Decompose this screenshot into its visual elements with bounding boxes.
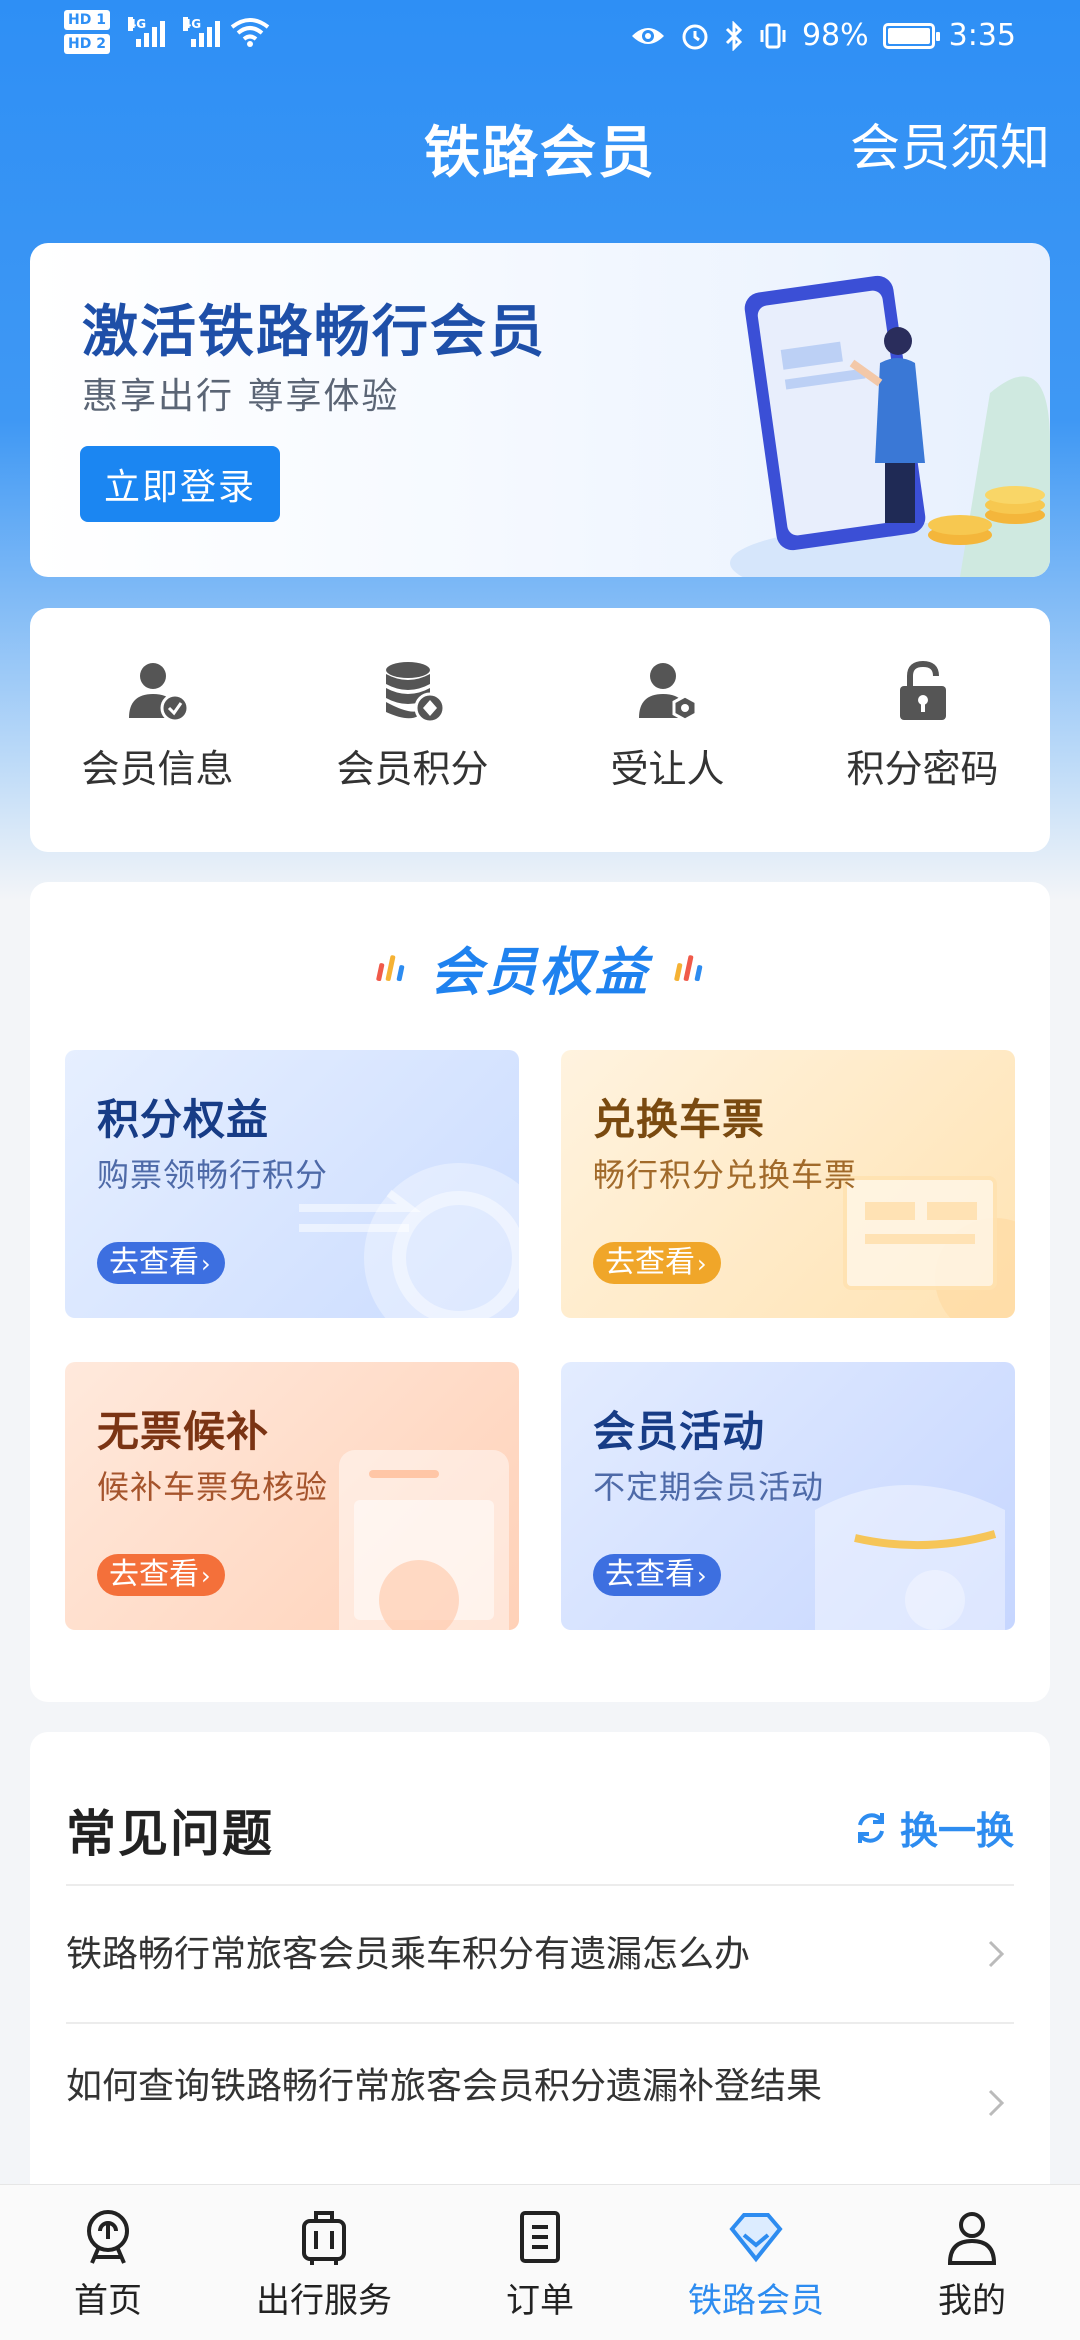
faq-item[interactable]: 如何查询铁路畅行常旅客会员积分遗漏补登结果 <box>66 2022 1014 2182</box>
quick-item-assignee[interactable]: 受让人 <box>540 608 795 852</box>
nav-railway-member[interactable]: 铁路会员 <box>648 2185 864 2340</box>
card-subtitle: 购票领畅行积分 <box>97 1156 329 1194</box>
signal-icon-2: 4G <box>182 17 220 47</box>
lock-icon <box>899 660 946 720</box>
card-subtitle: 候补车票免核验 <box>97 1468 329 1506</box>
sim2-badge: HD 2 <box>64 34 110 54</box>
bluetooth-icon <box>725 20 743 51</box>
quick-label: 积分密码 <box>846 747 999 791</box>
phone-ticket-illustration <box>339 1450 509 1630</box>
card-subtitle: 畅行积分兑换车票 <box>593 1156 858 1194</box>
order-icon <box>520 2211 560 2263</box>
faq-list: 铁路畅行常旅客会员乘车积分有遗漏怎么办 如何查询铁路畅行常旅客会员积分遗漏补登结… <box>66 1884 1014 2182</box>
nav-label: 订单 <box>506 2281 574 2321</box>
points-icon <box>385 662 445 724</box>
view-button[interactable]: 去查看› <box>593 1554 721 1596</box>
member-info-icon <box>128 663 189 723</box>
nav-home[interactable]: 首页 <box>0 2185 216 2340</box>
card-title: 会员活动 <box>593 1407 766 1456</box>
card-title: 积分权益 <box>97 1095 270 1144</box>
status-bar: HD 1 HD 2 4G 4G 98% 3:35 <box>0 0 1080 80</box>
luggage-icon <box>302 2211 346 2265</box>
status-right: 98% 3:35 <box>630 18 1016 53</box>
banner-subtitle: 惠享出行 尊享体验 <box>82 376 400 417</box>
benefit-card-activities[interactable]: 会员活动 不定期会员活动 去查看› <box>561 1362 1015 1630</box>
diamond-icon <box>729 2213 783 2263</box>
activate-banner: 激活铁路畅行会员 惠享出行 尊享体验 立即登录 <box>30 243 1050 577</box>
nav-label: 铁路会员 <box>688 2281 824 2321</box>
nav-label: 出行服务 <box>256 2281 392 2321</box>
sim1-badge: HD 1 <box>64 10 110 30</box>
view-button[interactable]: 去查看› <box>97 1242 225 1284</box>
chevron-right-icon <box>988 2089 1005 2117</box>
profile-icon <box>947 2212 997 2265</box>
quick-label: 会员积分 <box>336 747 489 791</box>
battery-percent: 98% <box>801 18 869 53</box>
vibrate-icon <box>760 23 786 48</box>
view-button[interactable]: 去查看› <box>593 1242 721 1284</box>
nav-profile[interactable]: 我的 <box>864 2185 1080 2340</box>
refresh-button[interactable]: 换一换 <box>852 1800 1014 1855</box>
quick-item-points-password[interactable]: 积分密码 <box>795 608 1050 852</box>
refresh-icon <box>857 1812 884 1843</box>
phone-illustration <box>730 275 1050 577</box>
ticket-illustration <box>843 1176 1015 1318</box>
nav-label: 我的 <box>938 2281 1006 2321</box>
benefits-header: 会员权益 <box>30 930 1050 1005</box>
member-notice-link[interactable]: 会员须知 <box>850 108 1050 180</box>
home-icon <box>87 2210 129 2264</box>
assignee-icon <box>638 663 697 722</box>
quick-label: 会员信息 <box>81 747 234 791</box>
refresh-label: 换一换 <box>899 1809 1014 1853</box>
faq-item[interactable]: 铁路畅行常旅客会员乘车积分有遗漏怎么办 <box>66 1884 1014 2022</box>
bottom-nav: 首页 出行服务 订单 铁路会员 我的 <box>0 2184 1080 2340</box>
benefits-title: 会员权益 <box>429 943 650 1003</box>
benefit-card-exchange-ticket[interactable]: 兑换车票 畅行积分兑换车票 去查看› <box>561 1050 1015 1318</box>
view-button[interactable]: 去查看› <box>97 1554 225 1596</box>
status-left: HD 1 HD 2 4G 4G <box>64 10 270 54</box>
nav-label: 首页 <box>74 2281 142 2321</box>
nav-orders[interactable]: 订单 <box>432 2185 648 2340</box>
banner-title: 激活铁路畅行会员 <box>82 300 546 365</box>
benefit-card-waitlist[interactable]: 无票候补 候补车票免核验 去查看› <box>65 1362 519 1630</box>
card-title: 无票候补 <box>97 1407 270 1456</box>
quick-item-member-points[interactable]: 会员积分 <box>285 608 540 852</box>
nav-travel-services[interactable]: 出行服务 <box>216 2185 432 2340</box>
eye-icon <box>631 27 664 44</box>
wifi-icon <box>230 18 270 47</box>
gift-bag-illustration <box>815 1485 1005 1630</box>
faq-panel: 常见问题 换一换 铁路畅行常旅客会员乘车积分有遗漏怎么办 如何查询铁路畅行常旅客… <box>30 1732 1050 2212</box>
card-title: 兑换车票 <box>593 1095 766 1144</box>
quick-item-member-info[interactable]: 会员信息 <box>30 608 285 852</box>
faq-question: 铁路畅行常旅客会员乘车积分有遗漏怎么办 <box>66 1934 751 1975</box>
decor-bars-icon <box>674 954 703 981</box>
quick-label: 受让人 <box>610 747 725 791</box>
faq-title: 常见问题 <box>66 1805 274 1863</box>
railway-logo-illustration <box>299 1163 519 1318</box>
quick-menu: 会员信息 会员积分 受让人 积分密码 <box>30 608 1050 852</box>
alarm-icon <box>682 24 708 49</box>
faq-question: 如何查询铁路畅行常旅客会员积分遗漏补登结果 <box>66 2066 823 2107</box>
battery-icon <box>882 22 940 49</box>
clock: 3:35 <box>948 18 1016 53</box>
login-button[interactable]: 立即登录 <box>80 446 280 522</box>
member-benefits-panel: 会员权益 积分权益 购票领畅行积分 去查看› 兑换车票 畅行积分兑换车票 去查看… <box>30 882 1050 1702</box>
benefit-card-points[interactable]: 积分权益 购票领畅行积分 去查看› <box>65 1050 519 1318</box>
chevron-right-icon <box>988 1940 1005 1968</box>
card-subtitle: 不定期会员活动 <box>593 1468 825 1506</box>
decor-bars-icon <box>376 954 405 981</box>
signal-icon: 4G <box>127 17 165 47</box>
